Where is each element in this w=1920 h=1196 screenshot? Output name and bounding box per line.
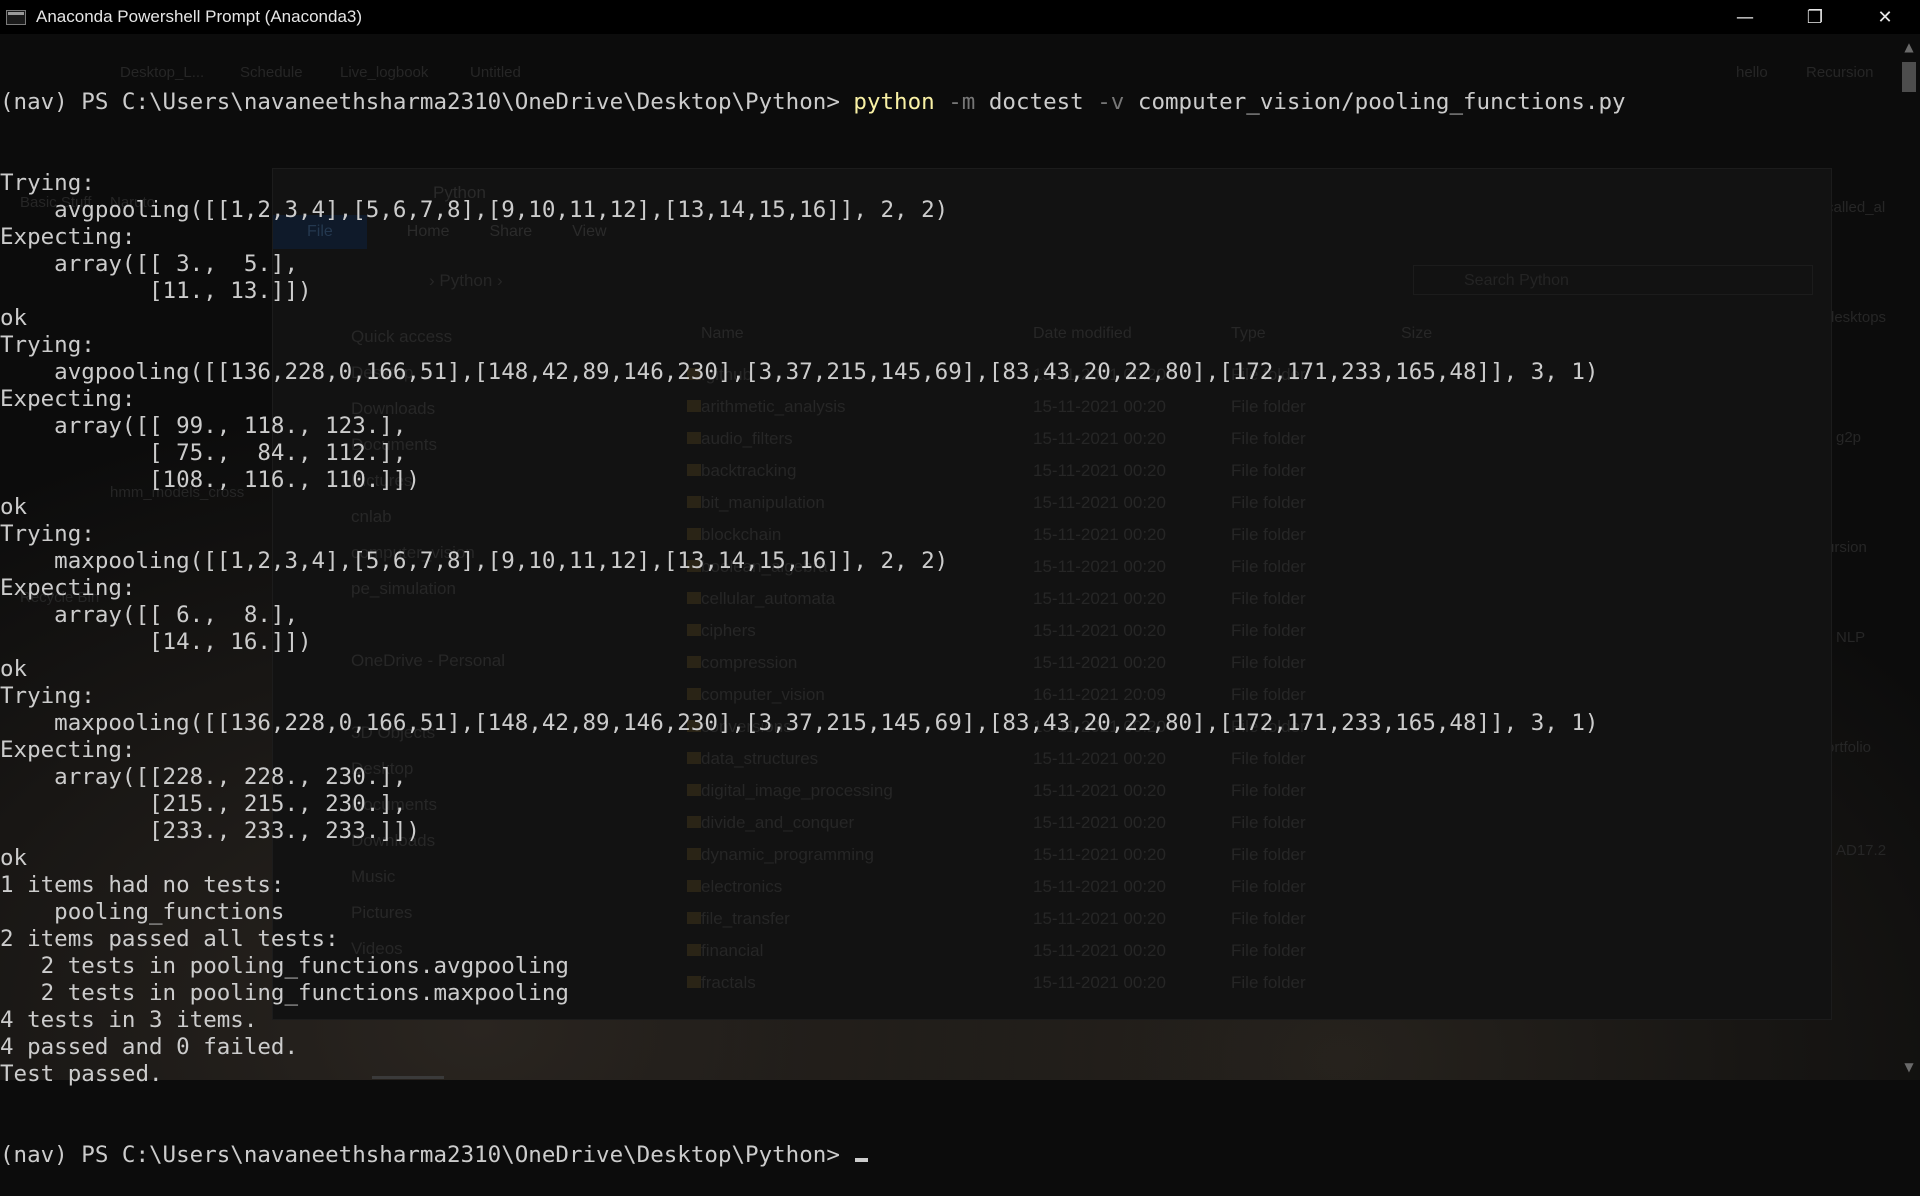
output-line: 2 tests in pooling_functions.maxpooling	[0, 980, 569, 1006]
command-flag: -v	[1097, 89, 1125, 115]
window-controls: — ❐ ✕	[1710, 0, 1920, 34]
restore-button[interactable]: ❐	[1780, 0, 1850, 34]
output-line: [233., 233., 233.]])	[0, 818, 420, 844]
output-line: Expecting:	[0, 737, 136, 763]
output-line: Trying:	[0, 332, 95, 358]
final-prompt-line[interactable]: (nav) PS C:\Users\navaneethsharma2310\On…	[0, 1142, 1898, 1169]
output-line: [14., 16.]])	[0, 629, 312, 655]
command-line: (nav) PS C:\Users\navaneethsharma2310\On…	[0, 89, 1898, 116]
output-line: maxpooling([[1,2,3,4],[5,6,7,8],[9,10,11…	[0, 548, 949, 574]
output-line: ok	[0, 656, 28, 682]
output-line: Test passed.	[0, 1061, 163, 1087]
command-program: python	[853, 89, 935, 115]
title-bar: Anaconda Powershell Prompt (Anaconda3) —…	[0, 0, 1920, 34]
command-target: computer_vision/pooling_functions.py	[1137, 89, 1626, 115]
output-line: 4 passed and 0 failed.	[0, 1034, 299, 1060]
command-module: doctest	[988, 89, 1084, 115]
output-line: ok	[0, 494, 28, 520]
output-line: Trying:	[0, 170, 95, 196]
output-line: array([[ 3., 5.],	[0, 251, 299, 277]
minimize-button[interactable]: —	[1710, 0, 1780, 34]
output-line: ok	[0, 305, 28, 331]
output-line: avgpooling([[1,2,3,4],[5,6,7,8],[9,10,11…	[0, 197, 949, 223]
output-line: Expecting:	[0, 575, 136, 601]
console-output[interactable]: (nav) PS C:\Users\navaneethsharma2310\On…	[0, 35, 1898, 1168]
output-line: Trying:	[0, 683, 95, 709]
output-line: [ 75., 84., 112.],	[0, 440, 407, 466]
output-line: Expecting:	[0, 386, 136, 412]
output-line: 1 items had no tests:	[0, 872, 285, 898]
output-line: 4 tests in 3 items.	[0, 1007, 258, 1033]
terminal-icon	[6, 9, 26, 25]
output-line: [215., 215., 230.],	[0, 791, 407, 817]
output-line: [108., 116., 110.]])	[0, 467, 420, 493]
output-line: array([[ 99., 118., 123.],	[0, 413, 407, 439]
output-line: Expecting:	[0, 224, 136, 250]
output-line: ok	[0, 845, 28, 871]
horizontal-scroll-indicator	[372, 1076, 444, 1079]
text-cursor	[855, 1158, 869, 1162]
output-line: pooling_functions	[0, 899, 285, 925]
output-line: maxpooling([[136,228,0,166,51],[148,42,8…	[0, 710, 1599, 736]
output-line: 2 tests in pooling_functions.avgpooling	[0, 953, 569, 979]
output-line: Trying:	[0, 521, 95, 547]
output-line: [11., 13.]])	[0, 278, 312, 304]
scrollbar-thumb[interactable]	[1902, 62, 1916, 92]
prompt-text: (nav) PS C:\Users\navaneethsharma2310\On…	[0, 1142, 854, 1168]
output-line: avgpooling([[136,228,0,166,51],[148,42,8…	[0, 359, 1599, 385]
output-line: array([[228., 228., 230.],	[0, 764, 407, 790]
output-lines: Trying: avgpooling([[1,2,3,4],[5,6,7,8],…	[0, 170, 1898, 1088]
prompt-text: (nav) PS C:\Users\navaneethsharma2310\On…	[0, 89, 854, 115]
scroll-up-arrow-icon[interactable]: ▲	[1898, 36, 1920, 58]
output-line: array([[ 6., 8.],	[0, 602, 299, 628]
scroll-down-arrow-icon[interactable]: ▼	[1898, 1056, 1920, 1078]
close-button[interactable]: ✕	[1850, 0, 1920, 34]
window-title: Anaconda Powershell Prompt (Anaconda3)	[36, 7, 363, 26]
vertical-scrollbar[interactable]: ▲ ▼	[1898, 34, 1920, 1080]
command-flag: -m	[948, 89, 976, 115]
output-line: 2 items passed all tests:	[0, 926, 339, 952]
